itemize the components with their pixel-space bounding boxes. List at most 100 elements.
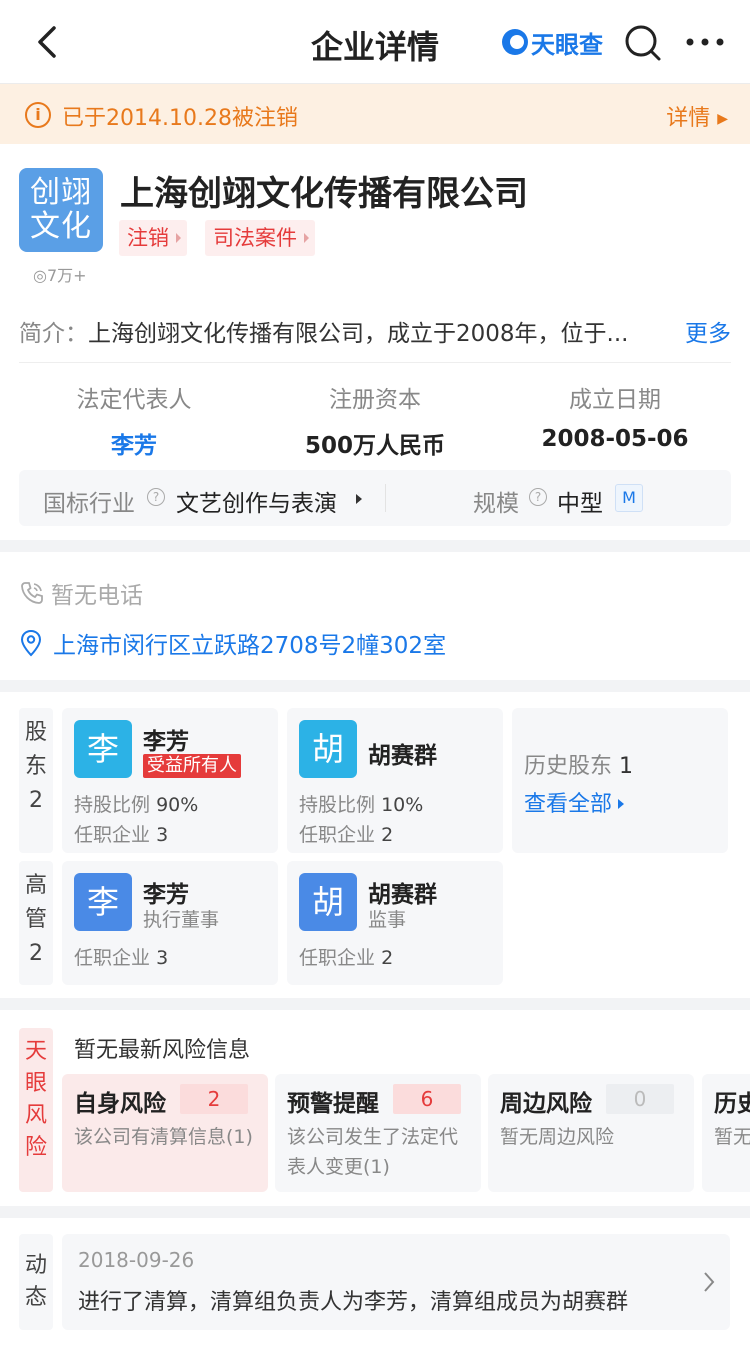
risk-label: 天眼风险 <box>25 1039 48 1160</box>
avatar: 李 <box>74 720 132 778</box>
phone-row: 暂无电话 <box>19 576 143 610</box>
kpi-established-date: 成立日期 2008-05-06 <box>500 380 730 452</box>
address-text: 上海市闵行区立跃路2708号2幢302室 <box>53 633 447 659</box>
ratio-value: 10% <box>381 794 424 816</box>
back-arrow-icon[interactable] <box>30 22 66 62</box>
shareholder-card[interactable]: 胡 胡赛群 持股比例 10% 任职企业 2 <box>287 708 503 853</box>
company-intro: 简介：上海创翊文化传播有限公司，成立于2008年，位于... 更多 <box>19 314 731 348</box>
shareholding-ratio: 持股比例 90% <box>74 790 198 817</box>
shareholders-section-label: 股东 2 <box>19 708 53 853</box>
kpi-value: 2008-05-06 <box>541 426 689 452</box>
help-icon[interactable]: ? <box>147 488 165 506</box>
scale-value: 中型 <box>557 491 603 517</box>
caret-right-icon <box>304 233 309 243</box>
tag-cancelled[interactable]: 注销 <box>119 220 187 256</box>
risk-desc: 暂无历史风险 <box>714 1126 750 1148</box>
jobs-count: 任职企业 3 <box>74 820 168 847</box>
tag-label: 司法案件 <box>213 226 297 250</box>
industry-value-link[interactable]: 文艺创作与表演 <box>176 484 337 518</box>
company-summary-card: 创翊文化 ◎7万+ 上海创翊文化传播有限公司 注销 司法案件 简介：上海创翊文化… <box>0 144 750 540</box>
eye-icon: ◎ <box>33 266 47 285</box>
shareholder-name: 胡赛群 <box>368 743 437 769</box>
divider <box>19 362 731 363</box>
risk-count: 6 <box>393 1084 461 1114</box>
shareholder-card[interactable]: 李 李芳 受益所有人 持股比例 90% 任职企业 3 <box>62 708 278 853</box>
scale-label: 规模 <box>473 491 519 517</box>
caret-right-icon <box>618 799 625 809</box>
dynamics-item[interactable]: 2018-09-26 进行了清算，清算组负责人为李芳，清算组成员为胡赛群 <box>62 1234 730 1330</box>
jobs-label: 任职企业 <box>74 824 151 846</box>
caret-right-icon <box>176 233 181 243</box>
ratio-label: 持股比例 <box>74 794 151 816</box>
dynamics-section-label: 动态 <box>19 1234 53 1330</box>
brand-mark-icon <box>502 29 528 55</box>
shareholding-ratio: 持股比例 10% <box>299 790 423 817</box>
industry-label: 国标行业 <box>43 491 135 517</box>
caret-right-icon: ▶ <box>717 111 728 127</box>
address-link[interactable]: 上海市闵行区立跃路2708号2幢302室 <box>19 626 446 660</box>
ratio-label: 持股比例 <box>299 794 376 816</box>
scale-badge: M <box>615 484 643 512</box>
risk-warning-card[interactable]: 预警提醒 6 该公司发生了法定代表人变更(1) <box>275 1074 481 1192</box>
divider <box>385 484 386 512</box>
risk-count: 2 <box>180 1084 248 1114</box>
executives-section-label: 高管 2 <box>19 861 53 985</box>
view-all-link[interactable]: 查看全部 <box>524 786 625 818</box>
help-icon[interactable]: ? <box>529 488 547 506</box>
location-pin-icon <box>20 629 42 657</box>
tag-label: 注销 <box>127 226 169 250</box>
search-icon[interactable] <box>624 24 662 62</box>
jobs-label: 任职企业 <box>299 947 376 969</box>
kpi-value: 500万人民币 <box>304 433 445 459</box>
intro-label: 简介： <box>19 321 88 347</box>
executives-label: 高管 <box>25 873 48 932</box>
chevron-right-icon <box>704 1272 715 1292</box>
industry-scale-row: 国标行业 ? 文艺创作与表演 规模 ? 中型 M <box>19 470 731 526</box>
intro-text: 上海创翊文化传播有限公司，成立于2008年，位于... <box>88 321 629 347</box>
phone-icon <box>21 582 43 604</box>
jobs-count: 任职企业 3 <box>74 943 168 970</box>
risk-desc: 暂无周边风险 <box>500 1126 615 1148</box>
view-count-value: 7万+ <box>46 266 87 285</box>
view-all-label: 查看全部 <box>524 792 613 817</box>
dynamics-text: 进行了清算，清算组负责人为李芳，清算组成员为胡赛群 <box>78 1290 629 1315</box>
ratio-value: 90% <box>156 794 199 816</box>
risk-title: 暂无最新风险信息 <box>74 1038 251 1063</box>
jobs-count: 任职企业 2 <box>299 820 393 847</box>
jobs-value: 3 <box>156 947 169 969</box>
risk-surrounding-card[interactable]: 周边风险 0 暂无周边风险 <box>488 1074 694 1192</box>
risk-history-card[interactable]: 历史风险 暂无历史风险 <box>702 1074 750 1192</box>
risk-desc: 该公司有清算信息(1) <box>74 1126 253 1148</box>
risk-self-card[interactable]: 自身风险 2 该公司有清算信息(1) <box>62 1074 268 1192</box>
company-logo: 创翊文化 <box>19 168 103 252</box>
executives-count: 2 <box>29 941 43 966</box>
legal-rep-link[interactable]: 李芳 <box>19 426 249 460</box>
status-banner[interactable]: i 已于2014.10.28被注销 详情 ▶ <box>0 84 750 144</box>
jobs-value: 2 <box>381 824 394 846</box>
brand-logo: 天眼查 <box>502 26 603 59</box>
executive-card[interactable]: 李 李芳 执行董事 任职企业 3 <box>62 861 278 985</box>
risk-card-title: 预警提醒 <box>287 1091 379 1117</box>
shareholder-name: 李芳 <box>143 729 189 755</box>
company-name: 上海创翊文化传播有限公司 <box>120 174 528 214</box>
more-options-icon[interactable] <box>684 24 726 60</box>
kpi-label: 成立日期 <box>569 387 661 413</box>
tag-judicial-cases[interactable]: 司法案件 <box>205 220 315 256</box>
avatar: 胡 <box>299 720 357 778</box>
shareholders-count: 2 <box>29 788 43 813</box>
executive-card[interactable]: 胡 胡赛群 监事 任职企业 2 <box>287 861 503 985</box>
avatar: 李 <box>74 873 132 931</box>
view-count: ◎7万+ <box>33 262 87 286</box>
history-count: 1 <box>619 754 634 779</box>
risk-desc: 该公司发生了法定代表人变更(1) <box>287 1126 459 1178</box>
shareholders-label: 股东 <box>25 720 48 779</box>
executive-name: 李芳 <box>143 882 189 908</box>
executive-role: 执行董事 <box>143 909 220 931</box>
people-card: 股东 2 李 李芳 受益所有人 持股比例 90% 任职企业 3 胡 胡赛群 持股… <box>0 692 750 998</box>
caret-right-icon <box>356 494 362 504</box>
jobs-label: 任职企业 <box>74 947 151 969</box>
intro-more-link[interactable]: 更多 <box>685 314 731 348</box>
banner-detail-label: 详情 <box>666 106 711 131</box>
history-shareholders-card: 历史股东 1 查看全部 <box>512 708 728 853</box>
banner-detail-link[interactable]: 详情 ▶ <box>666 100 728 132</box>
